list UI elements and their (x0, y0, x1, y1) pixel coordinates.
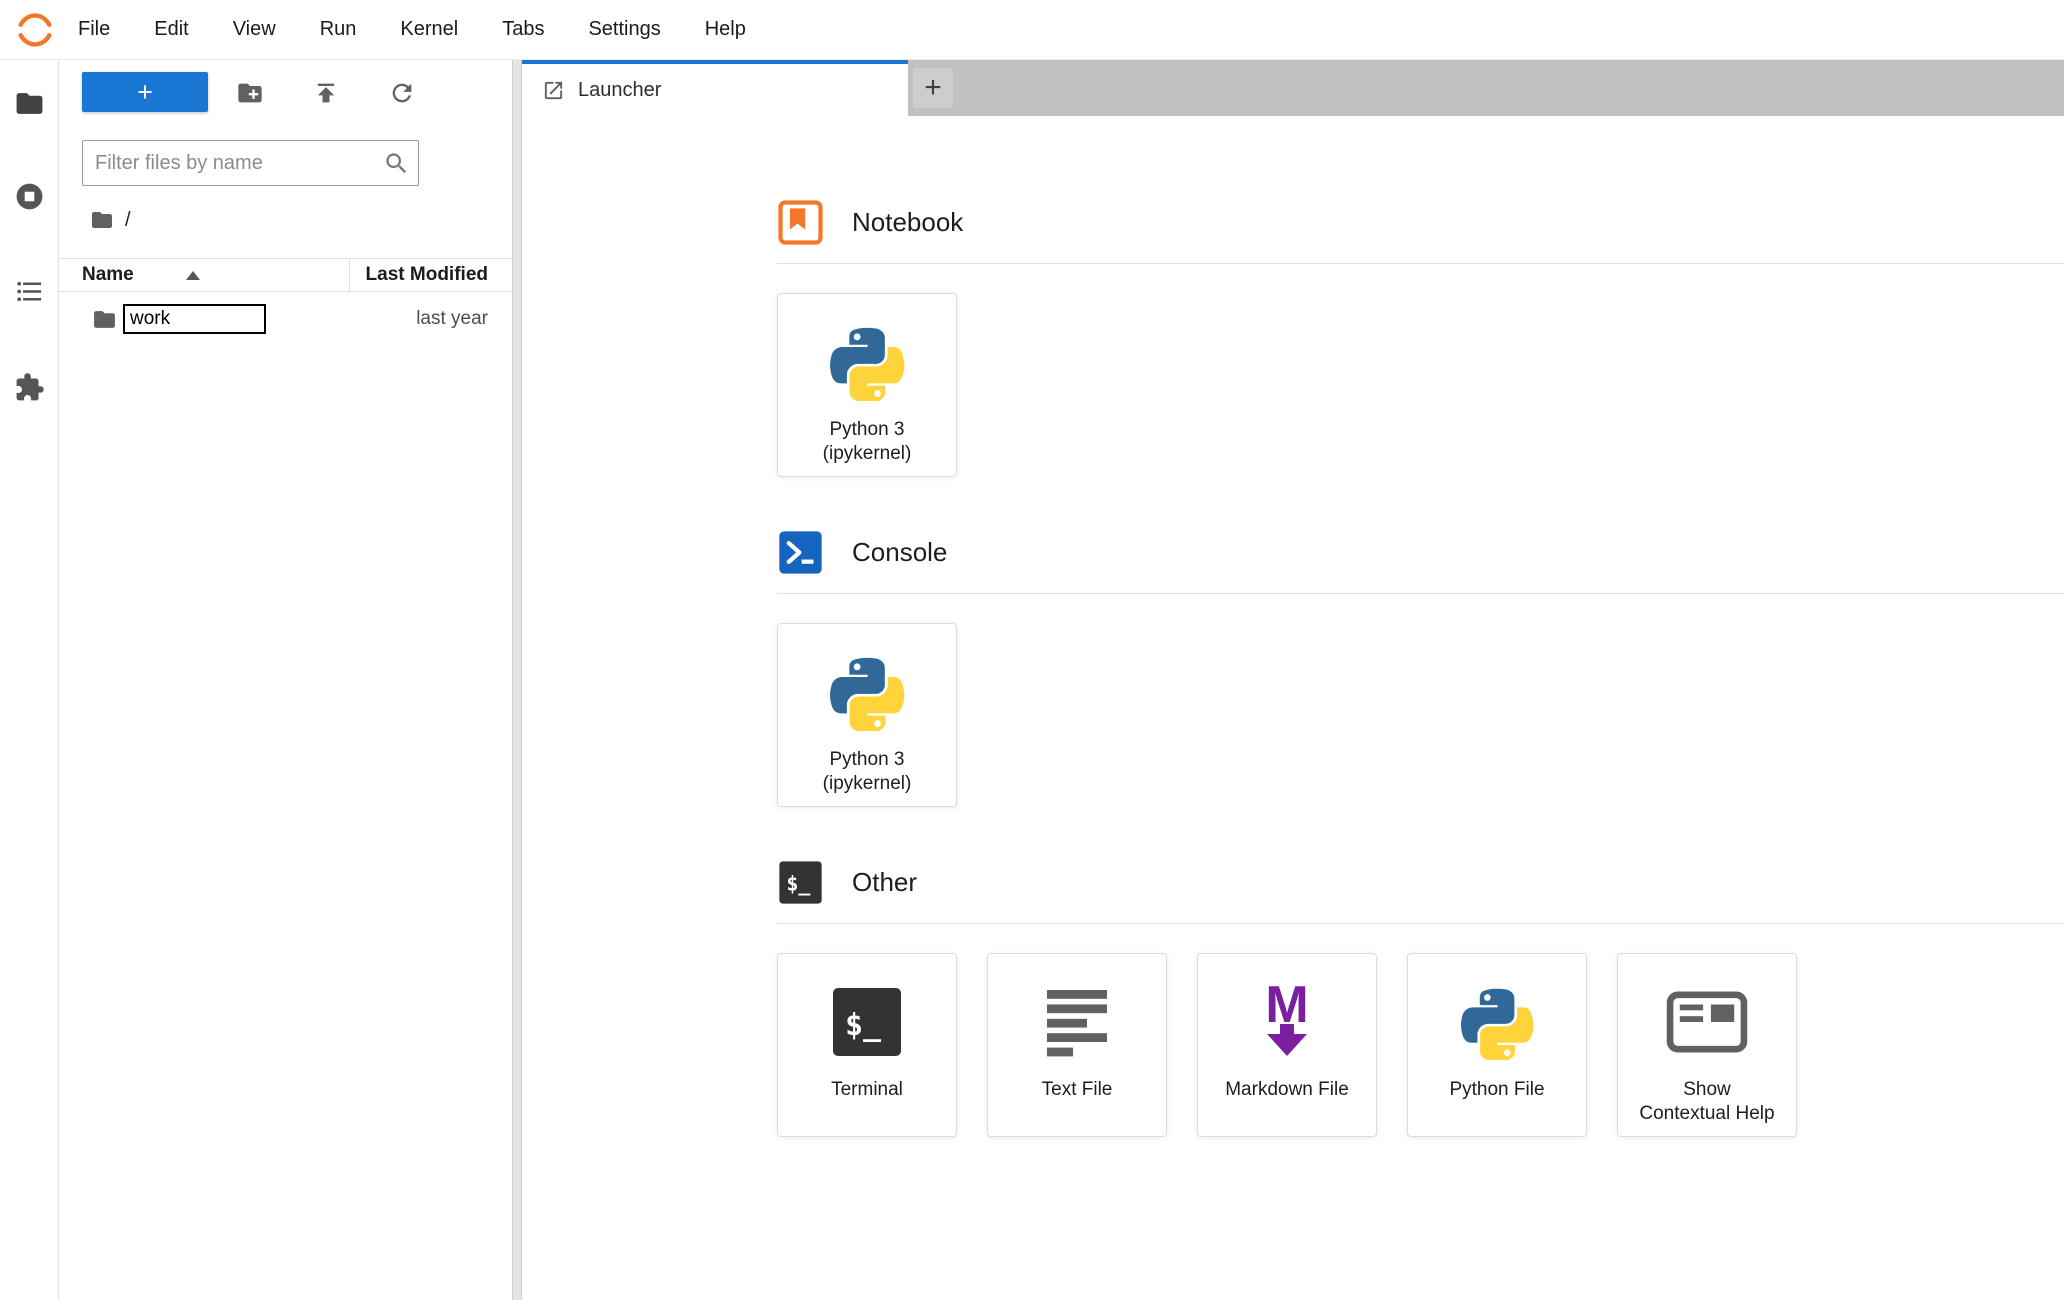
jupyterlab-app: File Edit View Run Kernel Tabs Settings … (0, 0, 2064, 1300)
sort-ascending-icon (185, 270, 200, 280)
markdown-icon: M (1247, 979, 1327, 1065)
svg-text:$_: $_ (786, 872, 811, 896)
jupyter-logo (14, 9, 56, 51)
card-label: Python 3 (ipykernel) (822, 749, 912, 794)
section-title-notebook: Notebook (852, 207, 964, 237)
menu-file[interactable]: File (56, 0, 132, 59)
text-file-icon (1037, 979, 1117, 1065)
panel-splitter[interactable] (512, 60, 522, 1300)
running-kernels-tab[interactable] (14, 181, 45, 212)
menu-run[interactable]: Run (298, 0, 379, 59)
launcher-card-show-contextual-help[interactable]: Show Contextual Help (1617, 953, 1797, 1137)
file-browser-panel: + / Name Last Modified (59, 60, 512, 1300)
tab-label: Launcher (578, 78, 662, 101)
upload-button[interactable] (309, 76, 343, 110)
file-modified: last year (416, 308, 488, 329)
activity-bar (0, 60, 59, 1300)
new-tab-button[interactable]: + (913, 68, 953, 108)
python-icon (828, 319, 906, 405)
filter-files-input[interactable] (83, 151, 383, 175)
launcher-card-python-file[interactable]: Python File (1407, 953, 1587, 1137)
card-label: Markdown File (1225, 1079, 1349, 1100)
launcher-card-text-file[interactable]: Text File (987, 953, 1167, 1137)
extension-manager-tab[interactable] (14, 372, 45, 403)
breadcrumb-root[interactable]: / (125, 209, 131, 232)
section-divider (777, 923, 2064, 924)
python-icon (1459, 979, 1535, 1065)
new-folder-button[interactable] (233, 76, 267, 110)
filter-files-box (82, 140, 419, 186)
table-of-contents-tab[interactable] (14, 276, 45, 307)
menu-edit[interactable]: Edit (132, 0, 210, 59)
terminal-icon: $_ (827, 979, 907, 1065)
menu-help[interactable]: Help (683, 0, 768, 59)
launcher-section-other: $_ Other $_ Terminal Text File M Markdow… (777, 859, 2064, 1137)
section-divider (777, 593, 2064, 594)
card-label: Text File (1041, 1079, 1113, 1100)
menu-settings[interactable]: Settings (566, 0, 682, 59)
rename-input[interactable] (123, 304, 266, 334)
section-divider (777, 263, 2064, 264)
column-header-name[interactable]: Name (59, 259, 349, 291)
main-area: Launcher + Notebook Python 3 (ipykernel)… (522, 60, 2064, 1300)
menu-items: File Edit View Run Kernel Tabs Settings … (56, 0, 768, 59)
launcher-card-python3-notebook[interactable]: Python 3 (ipykernel) (777, 293, 957, 477)
file-browser-tab[interactable] (14, 88, 45, 119)
console-icon (777, 529, 824, 576)
contextual-help-icon (1664, 979, 1750, 1065)
home-folder-icon[interactable] (90, 208, 114, 232)
python-icon (828, 649, 906, 735)
breadcrumb: / (90, 204, 131, 236)
notebook-icon (777, 199, 824, 246)
card-label: Show Contextual Help (1639, 1079, 1775, 1124)
launcher-card-terminal[interactable]: $_ Terminal (777, 953, 957, 1137)
card-label: Python File (1449, 1079, 1545, 1100)
file-list-header: Name Last Modified (59, 258, 512, 292)
launcher-card-markdown-file[interactable]: M Markdown File (1197, 953, 1377, 1137)
section-title-console: Console (852, 537, 948, 567)
new-launcher-button[interactable]: + (82, 72, 208, 112)
svg-text:$_: $_ (845, 1008, 882, 1043)
menu-bar: File Edit View Run Kernel Tabs Settings … (0, 0, 2064, 60)
card-label: Python 3 (ipykernel) (822, 419, 912, 464)
tab-bar: Launcher + (522, 60, 2064, 116)
search-icon (383, 150, 410, 177)
refresh-button[interactable] (385, 76, 419, 110)
menu-kernel[interactable]: Kernel (378, 0, 480, 59)
launcher-section-notebook: Notebook Python 3 (ipykernel) (777, 199, 2064, 477)
folder-icon (92, 307, 117, 332)
tab-launcher[interactable]: Launcher (522, 60, 908, 116)
section-title-other: Other (852, 867, 918, 897)
launcher-panel: Notebook Python 3 (ipykernel) Console Py… (522, 116, 2064, 1300)
launcher-icon (542, 79, 565, 102)
menu-view[interactable]: View (211, 0, 298, 59)
column-name-label: Name (82, 264, 134, 285)
column-header-last-modified[interactable]: Last Modified (349, 259, 512, 291)
file-row-work[interactable]: last year (59, 300, 512, 338)
terminal-icon: $_ (777, 859, 824, 906)
launcher-section-console: Console Python 3 (ipykernel) (777, 529, 2064, 807)
menu-tabs[interactable]: Tabs (480, 0, 566, 59)
launcher-card-python3-console[interactable]: Python 3 (ipykernel) (777, 623, 957, 807)
card-label: Terminal (831, 1079, 903, 1100)
